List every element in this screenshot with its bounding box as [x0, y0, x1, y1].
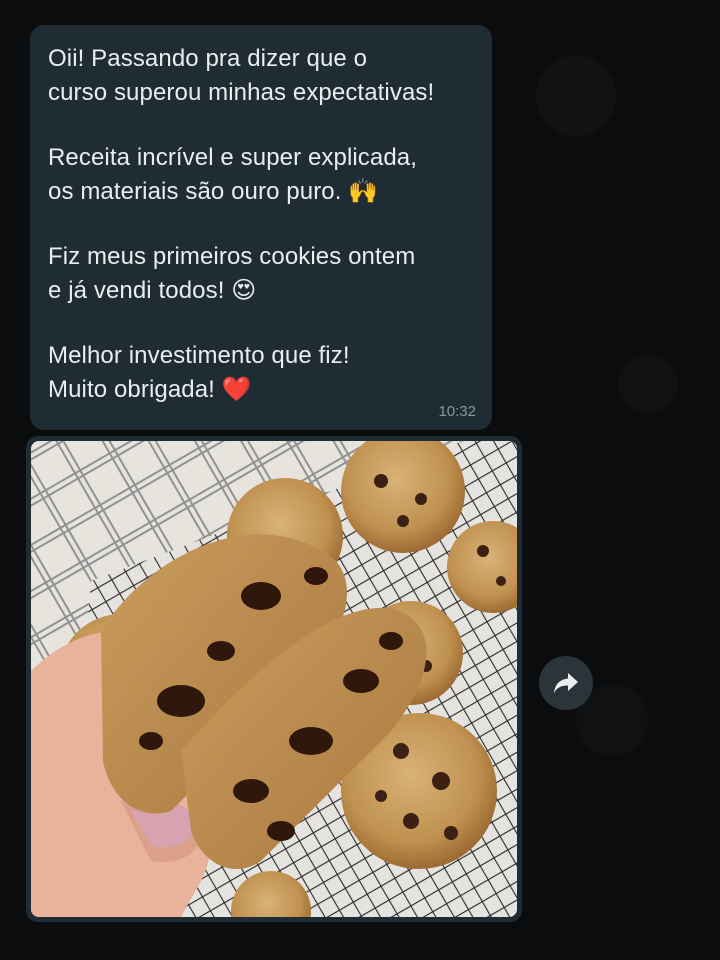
incoming-image-message[interactable] — [26, 436, 522, 922]
forward-button[interactable] — [539, 656, 593, 710]
cookie-photo[interactable] — [31, 441, 517, 917]
message-timestamp: 10:32 — [438, 403, 476, 420]
forward-arrow-icon — [554, 673, 578, 693]
message-paragraph-2: Receita incrível e super explicada, os m… — [48, 144, 418, 205]
message-paragraph-4: Melhor investimento que fiz! Muito obrig… — [48, 342, 350, 403]
message-paragraph-1: Oii! Passando pra dizer que o curso supe… — [48, 45, 435, 106]
message-paragraph-3: Fiz meus primeiros cookies ontem e já ve… — [48, 243, 416, 304]
incoming-text-message[interactable]: Oii! Passando pra dizer que o curso supe… — [30, 25, 492, 430]
